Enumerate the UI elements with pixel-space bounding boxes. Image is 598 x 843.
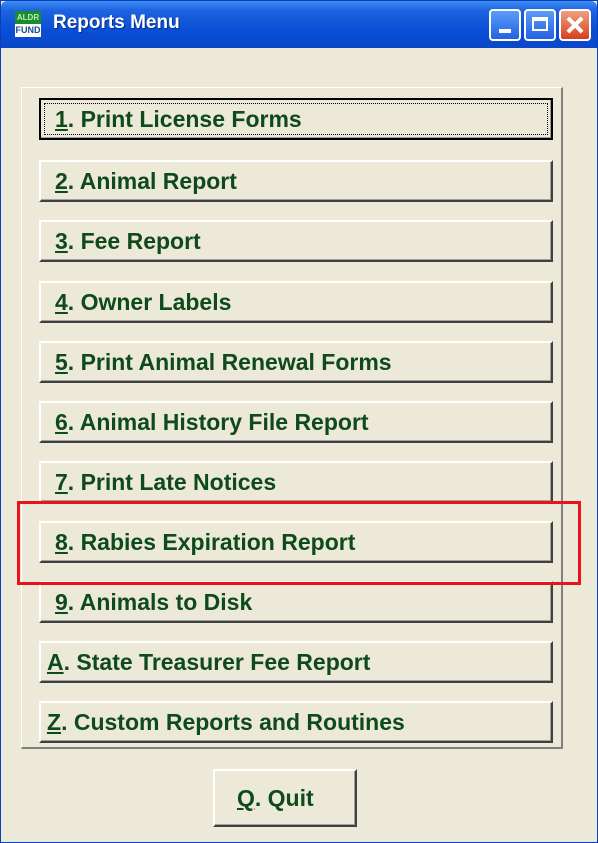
- quit-button[interactable]: Q. Quit: [213, 769, 357, 827]
- title-bar[interactable]: ALDR FUND Reports Menu: [1, 1, 597, 48]
- close-icon[interactable]: [559, 9, 591, 41]
- state-treasurer-fee-report-button[interactable]: A. State Treasurer Fee Report: [39, 641, 553, 683]
- custom-reports-and-routines-button[interactable]: Z. Custom Reports and Routines: [39, 701, 553, 743]
- owner-labels-button[interactable]: 4. Owner Labels: [39, 281, 553, 323]
- animal-report-button[interactable]: 2. Animal Report: [39, 160, 553, 202]
- maximize-icon[interactable]: [524, 9, 556, 41]
- fee-report-button[interactable]: 3. Fee Report: [39, 220, 553, 262]
- print-animal-renewal-forms-button[interactable]: 5. Print Animal Renewal Forms: [39, 341, 553, 383]
- app-icon: ALDR FUND: [15, 11, 41, 37]
- animals-to-disk-button[interactable]: 9. Animals to Disk: [39, 581, 553, 623]
- animal-history-file-report-button[interactable]: 6. Animal History File Report: [39, 401, 553, 443]
- print-license-forms-button[interactable]: 1. Print License Forms: [39, 98, 553, 140]
- print-late-notices-button[interactable]: 7. Print Late Notices: [39, 461, 553, 503]
- reports-menu-window: ALDR FUND Reports Menu 1. Print License …: [0, 0, 598, 843]
- focus-ring: [44, 103, 548, 135]
- highlight-box: [17, 501, 581, 585]
- minimize-icon[interactable]: [489, 9, 521, 41]
- window-title: Reports Menu: [53, 12, 180, 33]
